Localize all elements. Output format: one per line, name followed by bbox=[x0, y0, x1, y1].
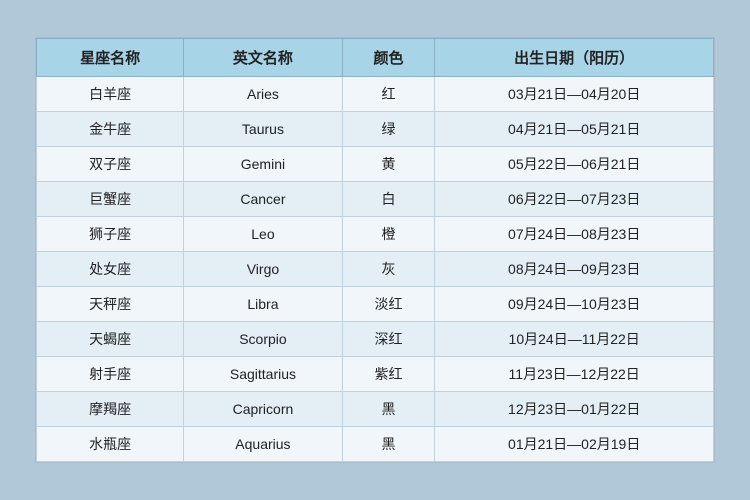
cell-dates: 07月24日—08月23日 bbox=[435, 217, 714, 252]
table-row: 摩羯座Capricorn黑12月23日—01月22日 bbox=[37, 392, 714, 427]
cell-english-name: Scorpio bbox=[184, 322, 342, 357]
cell-color: 黑 bbox=[342, 427, 435, 462]
cell-english-name: Gemini bbox=[184, 147, 342, 182]
zodiac-table-container: 星座名称 英文名称 颜色 出生日期（阳历） 白羊座Aries红03月21日—04… bbox=[35, 37, 715, 463]
cell-color: 紫红 bbox=[342, 357, 435, 392]
cell-english-name: Libra bbox=[184, 287, 342, 322]
cell-dates: 05月22日—06月21日 bbox=[435, 147, 714, 182]
cell-english-name: Aquarius bbox=[184, 427, 342, 462]
cell-color: 灰 bbox=[342, 252, 435, 287]
cell-dates: 11月23日—12月22日 bbox=[435, 357, 714, 392]
cell-chinese-name: 摩羯座 bbox=[37, 392, 184, 427]
cell-color: 红 bbox=[342, 77, 435, 112]
cell-chinese-name: 射手座 bbox=[37, 357, 184, 392]
table-body: 白羊座Aries红03月21日—04月20日金牛座Taurus绿04月21日—0… bbox=[37, 77, 714, 462]
zodiac-table: 星座名称 英文名称 颜色 出生日期（阳历） 白羊座Aries红03月21日—04… bbox=[36, 38, 714, 462]
cell-chinese-name: 天蝎座 bbox=[37, 322, 184, 357]
cell-chinese-name: 水瓶座 bbox=[37, 427, 184, 462]
cell-dates: 12月23日—01月22日 bbox=[435, 392, 714, 427]
cell-color: 深红 bbox=[342, 322, 435, 357]
cell-english-name: Sagittarius bbox=[184, 357, 342, 392]
table-row: 双子座Gemini黄05月22日—06月21日 bbox=[37, 147, 714, 182]
cell-chinese-name: 金牛座 bbox=[37, 112, 184, 147]
table-row: 巨蟹座Cancer白06月22日—07月23日 bbox=[37, 182, 714, 217]
cell-english-name: Capricorn bbox=[184, 392, 342, 427]
cell-english-name: Aries bbox=[184, 77, 342, 112]
cell-chinese-name: 双子座 bbox=[37, 147, 184, 182]
table-row: 狮子座Leo橙07月24日—08月23日 bbox=[37, 217, 714, 252]
table-header-row: 星座名称 英文名称 颜色 出生日期（阳历） bbox=[37, 39, 714, 77]
table-row: 射手座Sagittarius紫红11月23日—12月22日 bbox=[37, 357, 714, 392]
cell-color: 黑 bbox=[342, 392, 435, 427]
cell-dates: 03月21日—04月20日 bbox=[435, 77, 714, 112]
cell-chinese-name: 巨蟹座 bbox=[37, 182, 184, 217]
table-row: 天蝎座Scorpio深红10月24日—11月22日 bbox=[37, 322, 714, 357]
cell-english-name: Cancer bbox=[184, 182, 342, 217]
cell-chinese-name: 处女座 bbox=[37, 252, 184, 287]
cell-chinese-name: 天秤座 bbox=[37, 287, 184, 322]
cell-dates: 01月21日—02月19日 bbox=[435, 427, 714, 462]
cell-dates: 09月24日—10月23日 bbox=[435, 287, 714, 322]
cell-chinese-name: 白羊座 bbox=[37, 77, 184, 112]
cell-english-name: Virgo bbox=[184, 252, 342, 287]
table-row: 天秤座Libra淡红09月24日—10月23日 bbox=[37, 287, 714, 322]
cell-color: 淡红 bbox=[342, 287, 435, 322]
header-chinese-name: 星座名称 bbox=[37, 39, 184, 77]
table-row: 白羊座Aries红03月21日—04月20日 bbox=[37, 77, 714, 112]
cell-color: 白 bbox=[342, 182, 435, 217]
table-row: 水瓶座Aquarius黑01月21日—02月19日 bbox=[37, 427, 714, 462]
table-row: 金牛座Taurus绿04月21日—05月21日 bbox=[37, 112, 714, 147]
cell-chinese-name: 狮子座 bbox=[37, 217, 184, 252]
table-row: 处女座Virgo灰08月24日—09月23日 bbox=[37, 252, 714, 287]
header-dates: 出生日期（阳历） bbox=[435, 39, 714, 77]
cell-color: 黄 bbox=[342, 147, 435, 182]
cell-dates: 08月24日—09月23日 bbox=[435, 252, 714, 287]
cell-dates: 06月22日—07月23日 bbox=[435, 182, 714, 217]
header-color: 颜色 bbox=[342, 39, 435, 77]
cell-dates: 04月21日—05月21日 bbox=[435, 112, 714, 147]
header-english-name: 英文名称 bbox=[184, 39, 342, 77]
cell-color: 绿 bbox=[342, 112, 435, 147]
cell-dates: 10月24日—11月22日 bbox=[435, 322, 714, 357]
cell-english-name: Taurus bbox=[184, 112, 342, 147]
cell-english-name: Leo bbox=[184, 217, 342, 252]
cell-color: 橙 bbox=[342, 217, 435, 252]
